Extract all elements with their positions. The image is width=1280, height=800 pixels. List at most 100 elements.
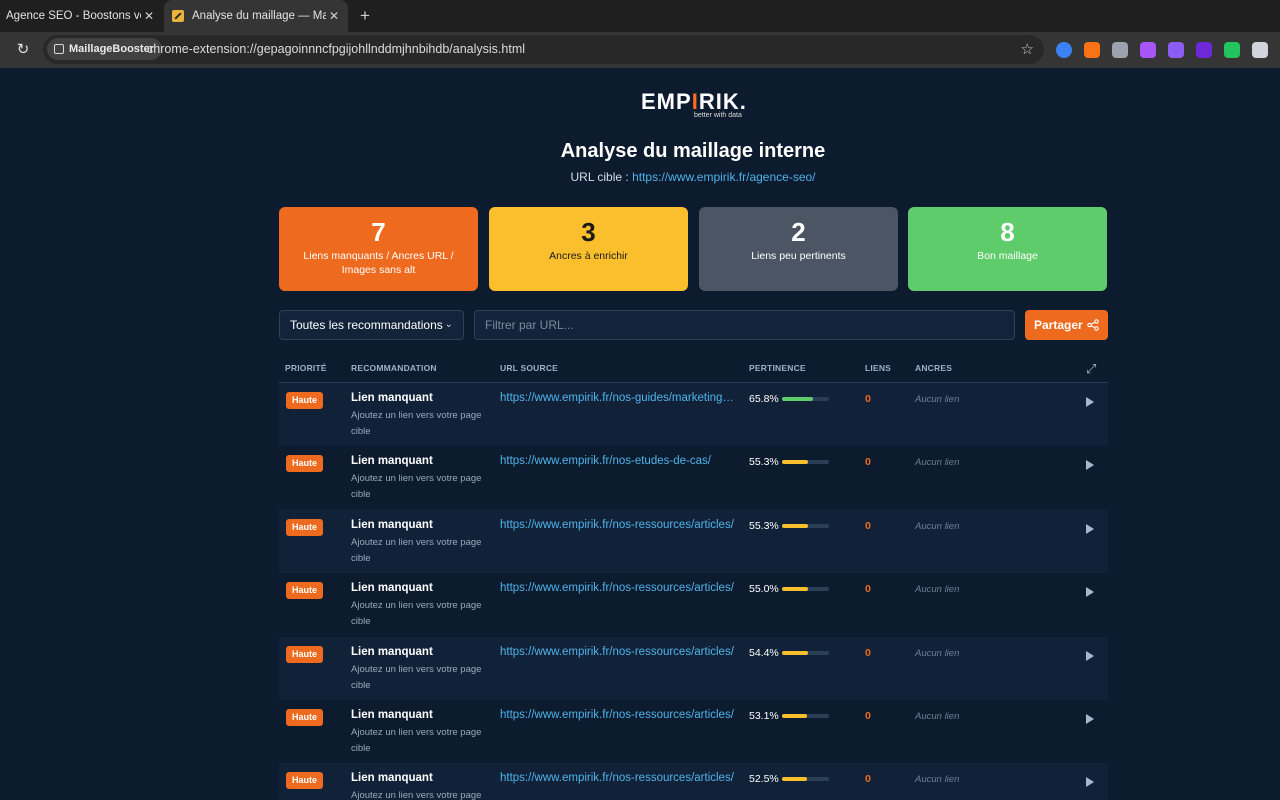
play-icon[interactable] xyxy=(1086,587,1094,598)
target-url-link[interactable]: https://www.empirik.fr/agence-seo/ xyxy=(632,170,815,184)
browser-tab-bar: Agence SEO - Boostons votre B ✕ Analyse … xyxy=(0,0,1280,32)
logo-tagline: better with data xyxy=(694,112,742,119)
header-recommendation[interactable]: RECOMMANDATION xyxy=(351,363,437,373)
anchors-value: Aucun lien xyxy=(915,710,960,722)
source-url-link[interactable]: https://www.empirik.fr/nos-guides/market… xyxy=(500,392,736,404)
empirik-logo: EMPIRIK. better with data xyxy=(641,91,747,120)
source-url-link[interactable]: https://www.empirik.fr/nos-ressources/ar… xyxy=(500,772,736,784)
links-count: 0 xyxy=(865,709,871,722)
bookmark-star-icon[interactable]: ☆ xyxy=(1021,40,1034,58)
browser-tab-analyse[interactable]: Analyse du maillage — Maillage ✕ xyxy=(164,0,348,32)
recommendation-desc: Ajoutez un lien vers votre page cible xyxy=(351,600,482,628)
relevance-value: 55.3% xyxy=(749,456,779,469)
priority-badge: Haute xyxy=(286,582,324,600)
extension-icon[interactable] xyxy=(1196,42,1212,58)
expand-icon[interactable]: ⤢ xyxy=(1086,361,1096,377)
tab-title: Agence SEO - Boostons votre B xyxy=(6,10,141,22)
play-icon[interactable] xyxy=(1086,397,1094,407)
relevance-bar-fill xyxy=(782,777,807,782)
table-row[interactable]: Haute Lien manquant Ajoutez un lien vers v… xyxy=(279,763,1108,800)
source-url-link[interactable]: https://www.empirik.fr/nos-ressources/ar… xyxy=(500,519,736,531)
header-relevance[interactable]: PERTINENCE xyxy=(749,363,806,373)
priority-badge: Haute xyxy=(286,772,324,790)
puzzle-icon xyxy=(54,44,64,54)
card-label: Bon maillage xyxy=(977,250,1038,262)
recommendation-desc: Ajoutez un lien vers votre page cible xyxy=(351,726,482,754)
extension-icon[interactable] xyxy=(1224,42,1240,58)
source-url-link[interactable]: https://www.empirik.fr/nos-ressources/ar… xyxy=(500,646,736,658)
recommendation-desc: Ajoutez un lien vers votre page cible xyxy=(351,410,482,437)
recommendation-desc: Ajoutez un lien vers votre page cible xyxy=(351,473,482,501)
links-count: 0 xyxy=(865,393,871,405)
recommendation-title: Lien manquant xyxy=(351,392,433,404)
table-row[interactable]: Haute Lien manquant Ajoutez un lien vers v… xyxy=(279,383,1108,447)
recommendation-title: Lien manquant xyxy=(351,708,433,721)
card-value: 3 xyxy=(581,217,596,247)
links-count: 0 xyxy=(865,519,871,532)
play-icon[interactable] xyxy=(1086,777,1094,788)
play-icon[interactable] xyxy=(1086,650,1094,661)
extension-icon[interactable] xyxy=(1168,42,1184,58)
play-icon[interactable] xyxy=(1086,523,1094,534)
share-button-label: Partager xyxy=(1034,318,1083,332)
close-tab-icon[interactable]: ✕ xyxy=(326,9,342,23)
extension-chip[interactable]: MaillageBooster xyxy=(47,38,162,60)
extension-icon[interactable] xyxy=(1140,42,1156,58)
relevance-bar-fill xyxy=(782,650,808,655)
url-filter-input[interactable] xyxy=(474,310,1015,340)
reload-icon[interactable]: ↻ xyxy=(13,40,33,60)
extension-icon[interactable] xyxy=(1112,42,1128,58)
extension-icon[interactable] xyxy=(1084,42,1100,58)
relevance-bar xyxy=(782,460,829,465)
summary-card[interactable]: 3 Ancres à enrichir xyxy=(489,207,688,291)
links-count: 0 xyxy=(865,583,871,596)
card-value: 8 xyxy=(1000,217,1015,247)
browser-tab-agence-seo[interactable]: Agence SEO - Boostons votre B ✕ xyxy=(0,0,163,32)
extension-icon[interactable] xyxy=(1056,42,1072,58)
recommendation-type-select[interactable]: Toutes les recommandations ⌄ xyxy=(279,310,464,340)
play-icon[interactable] xyxy=(1086,460,1094,471)
address-bar[interactable]: MaillageBooster chrome-extension://gepag… xyxy=(43,35,1044,64)
relevance-bar-fill xyxy=(782,397,813,401)
new-tab-button[interactable]: + xyxy=(355,6,375,26)
summary-cards: 7 Liens manquants / Ancres URL / Images s… xyxy=(279,207,1108,291)
relevance-bar-fill xyxy=(782,460,808,465)
priority-badge: Haute xyxy=(286,518,324,536)
summary-card[interactable]: 8 Bon maillage xyxy=(908,207,1107,291)
url-text[interactable]: chrome-extension://gepagoinnncfpgijohlln… xyxy=(147,35,525,64)
summary-card[interactable]: 7 Liens manquants / Ancres URL / Images s… xyxy=(279,207,478,291)
priority-badge: Haute xyxy=(286,708,324,726)
recommendation-desc: Ajoutez un lien vers votre page cible xyxy=(351,790,482,800)
close-tab-icon[interactable]: ✕ xyxy=(141,9,157,23)
anchors-value: Aucun lien xyxy=(915,457,960,469)
table-row[interactable]: Haute Lien manquant Ajoutez un lien vers v… xyxy=(279,446,1108,510)
share-button[interactable]: Partager xyxy=(1025,310,1108,340)
table-row[interactable]: Haute Lien manquant Ajoutez un lien vers v… xyxy=(279,573,1108,637)
source-url-link[interactable]: https://www.empirik.fr/nos-ressources/ar… xyxy=(500,582,736,594)
relevance-bar xyxy=(782,587,829,592)
header-links[interactable]: LIENS xyxy=(865,363,891,373)
priority-badge: Haute xyxy=(286,455,324,473)
play-icon[interactable] xyxy=(1086,713,1094,724)
summary-card[interactable]: 2 Liens peu pertinents xyxy=(699,207,898,291)
source-url-link[interactable]: https://www.empirik.fr/nos-etudes-de-cas… xyxy=(500,455,736,467)
relevance-bar-fill xyxy=(782,587,808,592)
links-count: 0 xyxy=(865,456,871,469)
share-icon xyxy=(1087,319,1099,331)
header-source-url[interactable]: URL SOURCE xyxy=(500,363,558,373)
relevance-value: 53.1% xyxy=(749,709,779,722)
source-url-link[interactable]: https://www.empirik.fr/nos-ressources/ar… xyxy=(500,709,736,721)
relevance-value: 65.8% xyxy=(749,393,779,405)
table-row[interactable]: Haute Lien manquant Ajoutez un lien vers v… xyxy=(279,509,1108,574)
page-content: EMPIRIK. better with data Analyse du mai… xyxy=(0,68,1280,800)
anchors-value: Aucun lien xyxy=(915,647,960,659)
relevance-bar xyxy=(782,777,829,782)
recommendation-title: Lien manquant xyxy=(351,772,433,785)
relevance-value: 55.0% xyxy=(749,583,779,596)
table-row[interactable]: Haute Lien manquant Ajoutez un lien vers v… xyxy=(279,636,1108,700)
header-anchors[interactable]: ANCRES xyxy=(915,363,952,373)
extension-icon[interactable] xyxy=(1252,42,1268,58)
table-row[interactable]: Haute Lien manquant Ajoutez un lien vers v… xyxy=(279,699,1108,764)
header-priority[interactable]: PRIORITÉ xyxy=(285,363,327,373)
card-label: Liens peu pertinents xyxy=(751,250,846,262)
